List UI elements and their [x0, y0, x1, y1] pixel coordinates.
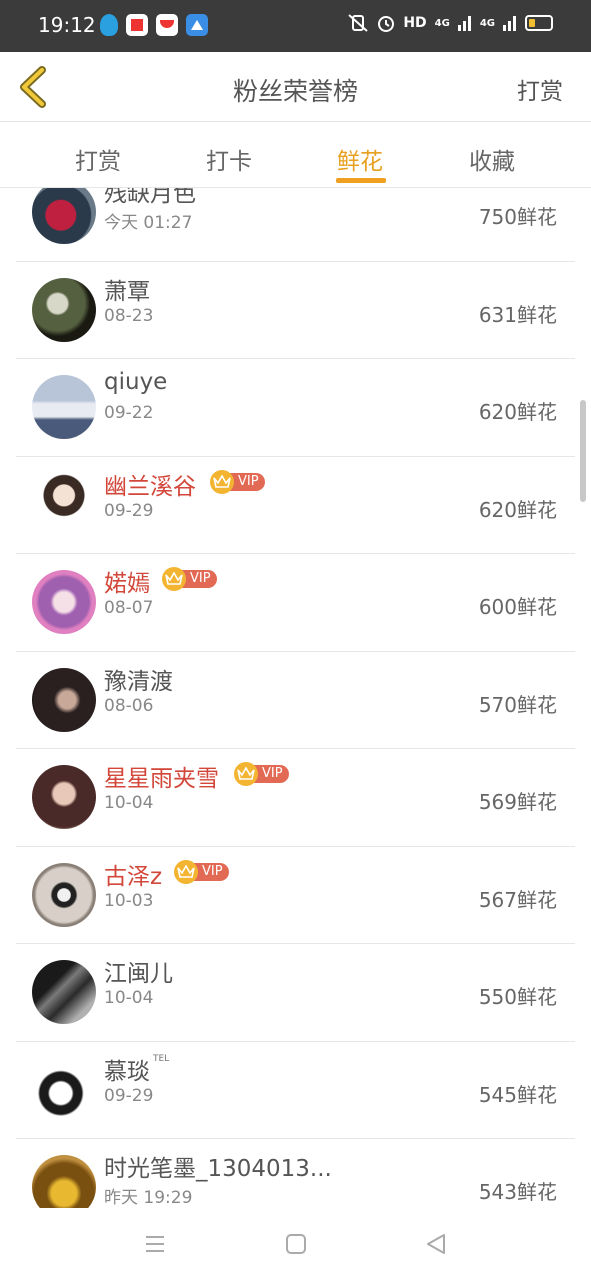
flower-count: 569鲜花 [478, 790, 557, 814]
status-right: HD 4G 4G [347, 14, 553, 32]
tab-flowers[interactable]: 鲜花 [337, 142, 383, 176]
flower-count: 600鲜花 [478, 595, 557, 619]
user-date: 08-23 [104, 305, 154, 326]
flower-count: 545鲜花 [478, 1082, 557, 1107]
list-item[interactable]: 时光笔墨_1304013... 昨天 19:29 543鲜花 [16, 1139, 575, 1208]
signal-label-1: 4G [434, 17, 450, 29]
flower-count: 750鲜花 [478, 205, 557, 229]
battery-icon [525, 15, 553, 31]
avatar [32, 472, 96, 537]
crown-icon [234, 762, 258, 786]
app-header: 粉丝荣誉榜 打赏 [0, 52, 591, 122]
list-item[interactable]: 婼嫣 VIP 08-07 600鲜花 [16, 554, 575, 652]
user-name: 江闽儿 [104, 961, 173, 987]
vip-badge: VIP [234, 762, 289, 786]
avatar [32, 960, 96, 1024]
list-item[interactable]: 江闽儿 10-04 550鲜花 [16, 944, 575, 1042]
tel-superscript: TEL [153, 1053, 170, 1064]
flower-count: 620鲜花 [478, 497, 557, 522]
tab-reward[interactable]: 打赏 [75, 142, 121, 176]
menu-icon[interactable] [143, 1232, 167, 1256]
avatar [32, 570, 96, 634]
home-icon[interactable] [284, 1232, 308, 1256]
vip-badge: VIP [162, 567, 217, 591]
flower-count: 543鲜花 [478, 1180, 557, 1204]
user-date: 09-22 [104, 403, 154, 423]
crown-icon [174, 859, 198, 884]
avatar [32, 1155, 96, 1208]
hd-label: HD [403, 15, 427, 31]
signal-icon-2 [503, 16, 516, 31]
avatar [32, 667, 96, 732]
notification-icons [100, 14, 208, 36]
list-item[interactable]: 慕琰 TEL 09-29 545鲜花 [16, 1042, 575, 1139]
user-name: 残缺月色 [104, 188, 196, 207]
user-name: 古泽z [104, 863, 163, 890]
tab-active-indicator [336, 178, 386, 183]
map-icon [186, 14, 208, 36]
avatar [32, 277, 96, 342]
status-time: 19:12 [38, 13, 96, 37]
user-date: 08-06 [104, 695, 154, 716]
avatar [32, 188, 96, 244]
list-item[interactable]: 萧覃 08-23 631鲜花 [16, 262, 575, 359]
alarm-icon [378, 16, 395, 32]
avatar [32, 765, 96, 829]
avatar [32, 862, 96, 927]
avatar [32, 1057, 96, 1122]
user-date: 今天 01:27 [104, 213, 193, 233]
flower-count: 620鲜花 [478, 400, 557, 424]
flower-count: 570鲜花 [478, 692, 557, 717]
qq-icon [100, 14, 118, 36]
list-item[interactable]: 豫清渡 08-06 570鲜花 [16, 652, 575, 749]
user-date: 10-04 [104, 988, 154, 1008]
user-date: 09-29 [104, 1085, 154, 1106]
user-name: 萧覃 [104, 278, 150, 305]
user-name: 幽兰溪谷 [104, 473, 196, 500]
crown-icon [162, 567, 186, 591]
user-date: 昨天 19:29 [104, 1188, 193, 1208]
system-nav-bar [0, 1208, 591, 1280]
list-item[interactable]: 星星雨夹雪 VIP 10-04 569鲜花 [16, 749, 575, 847]
user-date: 09-29 [104, 500, 154, 521]
watermelon-icon [156, 14, 178, 36]
status-bar: 19:12 HD 4G 4G [0, 0, 591, 52]
user-date: 10-03 [104, 890, 154, 911]
back-triangle-icon[interactable] [424, 1232, 448, 1256]
page-title: 粉丝荣誉榜 [232, 77, 358, 106]
vip-badge: VIP [210, 469, 265, 494]
flower-count: 550鲜花 [478, 985, 557, 1009]
tab-favorites[interactable]: 收藏 [469, 142, 515, 176]
list-item[interactable]: 幽兰溪谷 VIP 09-29 620鲜花 [16, 457, 575, 554]
vibrate-mute-icon [348, 14, 368, 32]
scrollbar[interactable] [580, 400, 586, 502]
user-date: 08-07 [104, 598, 154, 618]
vip-badge: VIP [174, 859, 229, 884]
user-name: qiuye [104, 369, 168, 395]
list-item[interactable]: 残缺月色 今天 01:27 750鲜花 [16, 188, 575, 262]
crown-icon [210, 469, 234, 494]
flower-count: 567鲜花 [478, 887, 557, 912]
tab-bar: 打赏 打卡 鲜花 收藏 [0, 122, 591, 188]
user-name: 豫清渡 [104, 668, 173, 695]
user-name: 星星雨夹雪 [104, 766, 219, 792]
user-name: 时光笔墨_1304013... [104, 1156, 332, 1182]
avatar [32, 375, 96, 439]
list-item[interactable]: 古泽z VIP 10-03 567鲜花 [16, 847, 575, 944]
user-name: 慕琰 [104, 1058, 150, 1085]
flower-count: 631鲜花 [478, 302, 557, 327]
reward-button[interactable]: 打赏 [517, 72, 563, 106]
ranking-list: 残缺月色 今天 01:27 750鲜花 萧覃 08-23 631鲜花 qiuye… [16, 188, 575, 1208]
app-store-icon [126, 14, 148, 36]
signal-icon [457, 16, 471, 31]
user-name: 婼嫣 [104, 571, 150, 597]
tab-checkin[interactable]: 打卡 [206, 142, 252, 176]
list-item[interactable]: qiuye 09-22 620鲜花 [16, 359, 575, 457]
user-date: 10-04 [104, 793, 154, 813]
signal-label-2: 4G [479, 17, 495, 29]
